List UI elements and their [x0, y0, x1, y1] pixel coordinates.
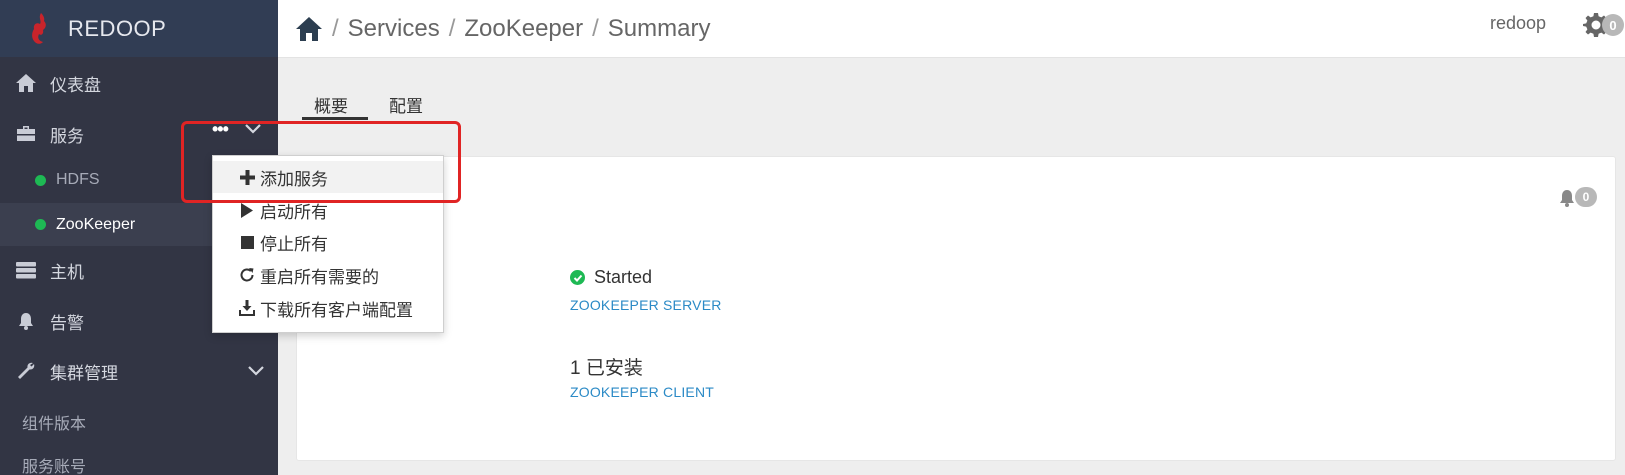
user-menu[interactable]: redoop [1490, 13, 1546, 34]
logo-icon [32, 12, 46, 44]
summary-panel [296, 156, 1616, 461]
sidebar-item-service-accounts[interactable]: 服务账号 [22, 453, 86, 475]
home-icon [15, 73, 37, 93]
brand-name: REDOOP [68, 15, 167, 41]
play-icon [239, 202, 255, 218]
breadcrumb-zookeeper[interactable]: ZooKeeper [464, 15, 583, 43]
briefcase-icon [15, 124, 37, 144]
bell-icon[interactable] [1557, 188, 1577, 208]
sidebar-item-cluster-admin[interactable]: 集群管理 [0, 356, 278, 386]
sidebar-item-services[interactable]: 服务 [0, 119, 200, 149]
menu-item-label: 下载所有客户端配置 [260, 300, 413, 320]
alert-badge: 0 [1575, 187, 1597, 207]
notification-badge: 0 [1602, 14, 1624, 36]
tab-configs[interactable]: 配置 [389, 92, 423, 117]
client-install-count: 1 已安装 [570, 358, 643, 379]
sidebar-item-label: 集群管理 [50, 363, 118, 383]
bell-icon [15, 311, 37, 331]
zookeeper-client-link[interactable]: ZOOKEEPER CLIENT [570, 384, 714, 400]
menu-item-label: 停止所有 [260, 234, 328, 254]
top-bar: / Services / ZooKeeper / Summary redoop … [278, 0, 1625, 58]
sidebar-item-label: 仪表盘 [50, 75, 101, 95]
sidebar-item-label: ZooKeeper [56, 215, 136, 233]
server-icon [15, 260, 37, 280]
breadcrumb-services[interactable]: Services [348, 15, 440, 43]
breadcrumb-separator: / [592, 14, 599, 42]
chevron-down-icon[interactable] [247, 365, 265, 377]
status-dot [35, 174, 46, 186]
sidebar-item-label: HDFS [56, 171, 100, 188]
server-status: Started [570, 267, 652, 288]
menu-item-download-client-configs[interactable]: 下载所有客户端配置 [213, 292, 443, 324]
breadcrumb-separator: / [332, 14, 339, 42]
server-status-text: Started [594, 267, 653, 287]
menu-item-restart-required[interactable]: 重启所有需要的 [213, 259, 443, 291]
sidebar-item-label: 服务 [50, 126, 84, 146]
brand-bar: REDOOP [0, 0, 278, 57]
home-icon[interactable] [295, 16, 323, 42]
tab-summary[interactable]: 概要 [314, 92, 348, 117]
breadcrumb-separator: / [448, 14, 456, 42]
breadcrumb-summary: Summary [607, 14, 711, 42]
menu-item-stop-all[interactable]: 停止所有 [213, 226, 443, 258]
sidebar-item-dashboard[interactable]: 仪表盘 [0, 68, 278, 98]
check-circle-icon [570, 270, 585, 285]
refresh-icon [239, 267, 255, 283]
sidebar-item-component-versions[interactable]: 组件版本 [22, 410, 86, 434]
wrench-icon [15, 361, 37, 381]
stop-icon [239, 234, 255, 250]
active-tab-indicator [302, 117, 368, 120]
breadcrumb: / Services / ZooKeeper / Summary [295, 15, 710, 43]
zookeeper-server-link[interactable]: ZOOKEEPER SERVER [570, 297, 722, 313]
highlight-annotation [181, 121, 461, 203]
menu-item-label: 重启所有需要的 [260, 267, 379, 287]
sidebar-item-label: 告警 [50, 313, 84, 333]
sidebar-item-label: 主机 [50, 262, 84, 282]
download-icon [239, 300, 255, 316]
status-dot [35, 219, 46, 230]
